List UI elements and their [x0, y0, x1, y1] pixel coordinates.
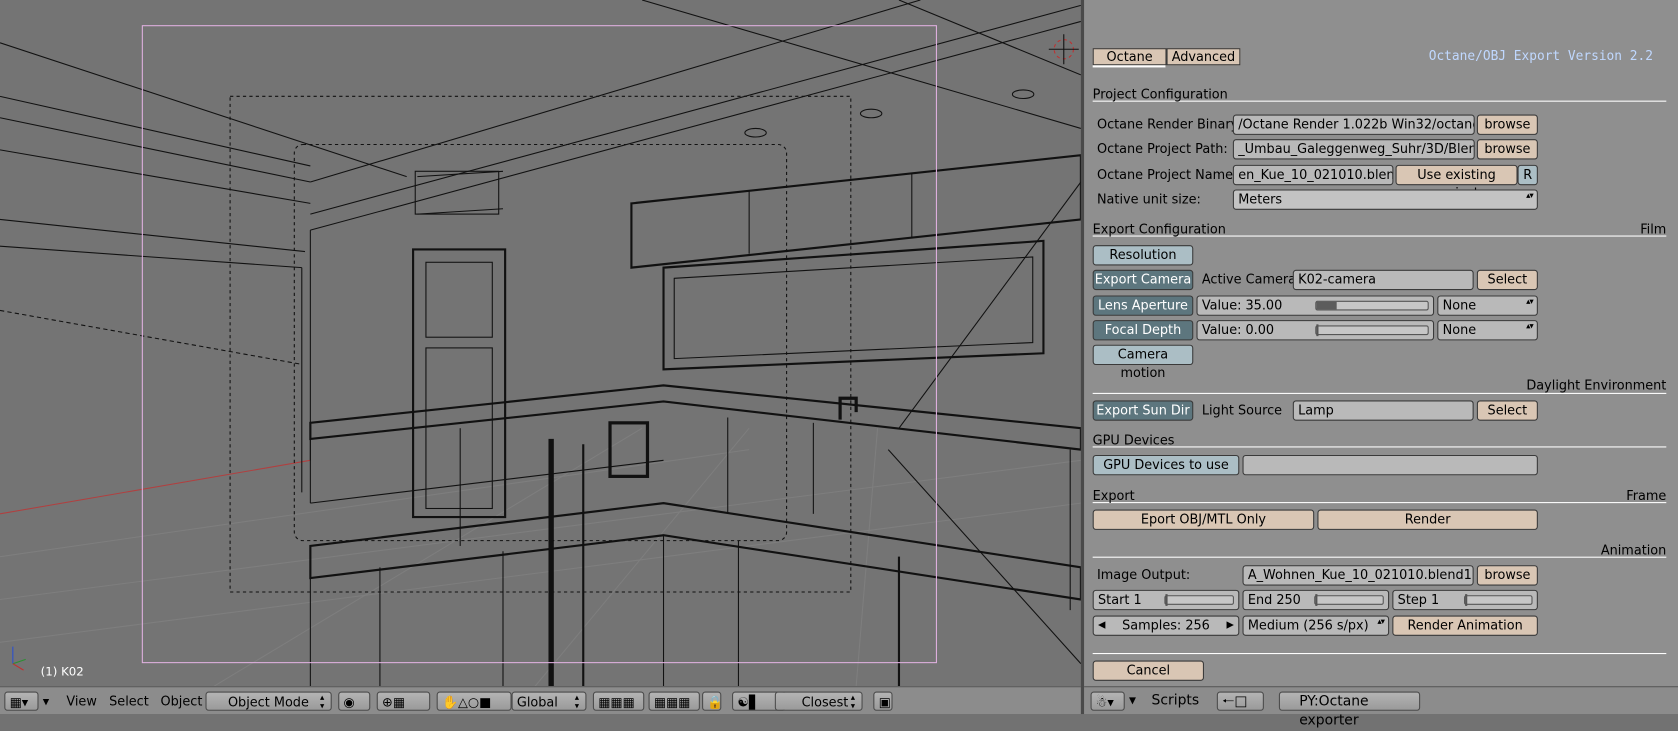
lens-aperture-toggle[interactable]: Lens Aperture — [1092, 295, 1194, 316]
start-frame-slider[interactable]: Start 1 — [1092, 589, 1240, 611]
section-project-configuration: Project Configuration — [1092, 87, 1667, 102]
resolution-button[interactable]: Resolution — [1092, 245, 1194, 266]
use-existing-project-button[interactable]: Use existing project — [1395, 164, 1518, 200]
step-slider-handle — [1465, 594, 1468, 606]
start-slider-track — [1164, 594, 1234, 606]
decrement-icon[interactable]: ◀ — [1098, 617, 1105, 635]
focal-depth-ipo-select[interactable]: None — [1437, 320, 1538, 341]
render-button[interactable]: Render — [1317, 509, 1538, 530]
wireframe-scene — [0, 0, 1081, 687]
menu-view[interactable]: View — [66, 692, 96, 711]
lock-icon[interactable]: 🔒 — [702, 691, 723, 711]
gpu-devices-field[interactable] — [1242, 454, 1538, 476]
project-name-label: Octane Project Name: — [1096, 166, 1238, 182]
viewport-header: ▦▾ ▾ View Select Object Object Mode ◉ ⊕▦… — [0, 686, 1081, 715]
render-icon[interactable]: ▣ — [873, 691, 893, 711]
version-label: Octane/OBJ Export Version 2.2 — [1428, 48, 1653, 64]
section-animation: Animation — [1092, 543, 1667, 558]
lens-aperture-slider[interactable]: Value: 35.00 — [1196, 295, 1435, 316]
cancel-rule — [1092, 653, 1667, 655]
focal-depth-slider[interactable]: Value: 0.00 — [1196, 320, 1435, 341]
end-slider-handle — [1315, 594, 1318, 606]
daylight-rule — [1092, 392, 1667, 394]
lens-aperture-ipo-select[interactable]: None — [1437, 295, 1538, 316]
tab-underline — [1092, 65, 1166, 68]
active-camera-label: Active Camera — [1201, 271, 1297, 287]
lens-slider-track — [1315, 300, 1429, 311]
menu-scripts[interactable]: Scripts — [1152, 692, 1200, 711]
editor-type-icon[interactable]: ☃▾ — [1090, 691, 1125, 711]
project-path-label: Octane Project Path: — [1096, 141, 1228, 157]
pivot-icon[interactable]: ⊕▦ — [376, 691, 431, 711]
section-daylight-environment: Daylight Environment — [1526, 377, 1667, 393]
end-frame-slider[interactable]: End 250 — [1242, 589, 1390, 611]
menu-object[interactable]: Object — [161, 692, 203, 711]
project-name-field[interactable]: en_Kue_10_021010.blend1 — [1232, 164, 1394, 186]
section-gpu-devices: GPU Devices — [1092, 432, 1667, 448]
focal-depth-toggle[interactable]: Focal Depth — [1092, 320, 1194, 341]
mode-select[interactable]: Object Mode — [205, 691, 332, 711]
binary-label: Octane Render Binary: — [1096, 116, 1242, 132]
image-output-label: Image Output: — [1096, 567, 1191, 583]
image-output-field[interactable]: A_Wohnen_Kue_10_021010.blend1.png — [1242, 565, 1474, 586]
orientation-select[interactable]: Global — [511, 691, 587, 711]
export-camera-toggle[interactable]: Export Camera — [1092, 269, 1194, 291]
browse-path-button[interactable]: browse — [1476, 139, 1538, 160]
focal-slider-track — [1315, 324, 1429, 337]
script-header: ☃▾ ▾ Scripts 🠐□ PY:Octane exporter — [1084, 686, 1678, 729]
increment-icon[interactable]: ▶ — [1227, 617, 1234, 635]
section-export: Export Frame — [1092, 488, 1667, 504]
active-object-label: (1) K02 — [40, 664, 84, 679]
light-source-label: Light Source — [1201, 402, 1283, 418]
menu-select[interactable]: Select — [109, 692, 149, 711]
script-select[interactable]: PY:Octane exporter — [1278, 691, 1421, 729]
project-path-field[interactable]: _Umbau_Galeggenweg_Suhr/3D/Blender — [1232, 139, 1475, 160]
collapse-icon[interactable]: ▾ — [43, 692, 49, 711]
render-animation-button[interactable]: Render Animation — [1392, 615, 1538, 636]
focal-slider-handle — [1316, 324, 1319, 337]
draw-type-icon[interactable]: ◉ — [338, 691, 371, 711]
back-icon[interactable]: 🠐□ — [1216, 691, 1264, 711]
tab-octane[interactable]: Octane — [1092, 48, 1167, 66]
select-camera-button[interactable]: Select — [1476, 269, 1538, 291]
collapse-icon[interactable]: ▾ — [1129, 692, 1136, 711]
cancel-button[interactable]: Cancel — [1092, 660, 1204, 681]
layers-grid-2[interactable]: ▦▦▦ — [648, 691, 700, 711]
browse-output-button[interactable]: browse — [1476, 565, 1538, 586]
step-slider[interactable]: Step 1 — [1392, 589, 1538, 611]
editor-type-icon[interactable]: ▦▾ — [4, 691, 39, 711]
export-obj-only-button[interactable]: Eport OBJ/MTL Only — [1092, 509, 1315, 530]
start-slider-handle — [1165, 594, 1168, 606]
lens-slider-fill — [1316, 301, 1337, 310]
tab-advanced[interactable]: Advanced — [1166, 48, 1241, 66]
samples-stepper[interactable]: ◀ Samples: 256 ▶ — [1092, 615, 1240, 636]
light-source-field[interactable]: Lamp — [1292, 400, 1474, 421]
unit-size-label: Native unit size: — [1096, 191, 1201, 207]
unit-size-select[interactable]: Meters — [1232, 189, 1538, 210]
r-button[interactable]: R — [1517, 164, 1538, 186]
browse-binary-button[interactable]: browse — [1476, 114, 1538, 135]
binary-path-field[interactable]: /Octane Render 1.022b Win32/octane.exe — [1232, 114, 1475, 135]
end-slider-track — [1314, 594, 1384, 606]
export-sun-dir-toggle[interactable]: Export Sun Dir — [1092, 400, 1194, 421]
layers-grid-1[interactable]: ▦▦▦ — [592, 691, 645, 711]
section-export-configuration: Export Configuration Film — [1092, 221, 1667, 237]
3d-viewport[interactable]: (1) K02 — [0, 0, 1081, 687]
snap-mode-select[interactable]: Closest — [774, 691, 863, 711]
active-camera-field[interactable]: K02-camera — [1292, 269, 1474, 291]
step-slider-track — [1464, 594, 1533, 606]
manipulator-icons[interactable]: ✋△○■ — [436, 691, 512, 711]
select-light-button[interactable]: Select — [1476, 400, 1538, 421]
camera-motion-button[interactable]: Camera motion — [1092, 344, 1194, 380]
gpu-devices-button[interactable]: GPU Devices to use — [1092, 454, 1240, 476]
quality-select[interactable]: Medium (256 s/px) — [1242, 615, 1390, 636]
